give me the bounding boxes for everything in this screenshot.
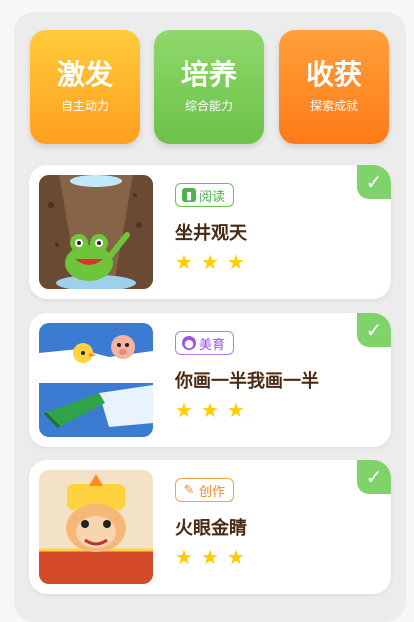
palette-icon: ● (182, 336, 196, 350)
motivate-title: 激发 (56, 58, 113, 92)
check-badge-icon: ✓ (357, 165, 391, 199)
star-icon: ★ (175, 398, 193, 422)
pencil-icon: ✎ (183, 482, 195, 498)
cultivate-subtitle: 综合能力 (184, 98, 233, 113)
motivate-subtitle: 自主动力 (60, 98, 109, 113)
star-icon: ★ (200, 398, 219, 422)
harvest-title: 收获 (305, 58, 362, 92)
book-icon: ▮ (182, 188, 196, 202)
star-rating: ★ ★ ★ (175, 546, 245, 568)
frog-well-illustration (39, 175, 153, 289)
cultivate-title: 培养 (180, 58, 237, 92)
story-title: 坐井观天 (175, 223, 247, 244)
story-title: 你画一半我画一半 (175, 371, 319, 392)
star-icon: ★ (175, 250, 193, 274)
monkey-king-illustration (39, 470, 153, 584)
star-icon: ★ (175, 545, 193, 569)
art-tag: ● 美育 (175, 331, 235, 355)
harvest-subtitle: 探索成就 (309, 98, 358, 113)
star-icon: ★ (226, 545, 245, 569)
feature-cards: 激发 自主动力 培养 综合能力 收获 探索成就 (30, 30, 390, 144)
reading-tag-label: 阅读 (199, 189, 226, 205)
story-title: 火眼金睛 (175, 518, 247, 539)
reading-tag: ▮ 阅读 (175, 183, 235, 207)
cultivate-card[interactable]: 培养 综合能力 (154, 30, 264, 144)
create-tag: ✎ 创作 (175, 478, 235, 502)
create-tag-label: 创作 (199, 484, 226, 500)
star-rating: ★ ★ ★ (175, 251, 245, 273)
art-tag-label: 美育 (199, 337, 226, 353)
story-card-reading[interactable]: ▮ 阅读 坐井观天 ★ ★ ★ ✓ (29, 165, 391, 299)
star-icon: ★ (226, 398, 245, 422)
story-card-art[interactable]: ● 美育 你画一半我画一半 ★ ★ ★ ✓ (29, 313, 391, 447)
star-icon: ★ (200, 545, 219, 569)
star-icon: ★ (226, 250, 245, 274)
star-rating: ★ ★ ★ (175, 399, 245, 421)
crocodile-illustration (39, 323, 153, 437)
check-badge-icon: ✓ (357, 460, 391, 494)
check-badge-icon: ✓ (357, 313, 391, 347)
harvest-card[interactable]: 收获 探索成就 (279, 30, 389, 144)
motivate-card[interactable]: 激发 自主动力 (30, 30, 140, 144)
story-card-create[interactable]: ✎ 创作 火眼金睛 ★ ★ ★ ✓ (29, 460, 391, 594)
star-icon: ★ (200, 250, 219, 274)
